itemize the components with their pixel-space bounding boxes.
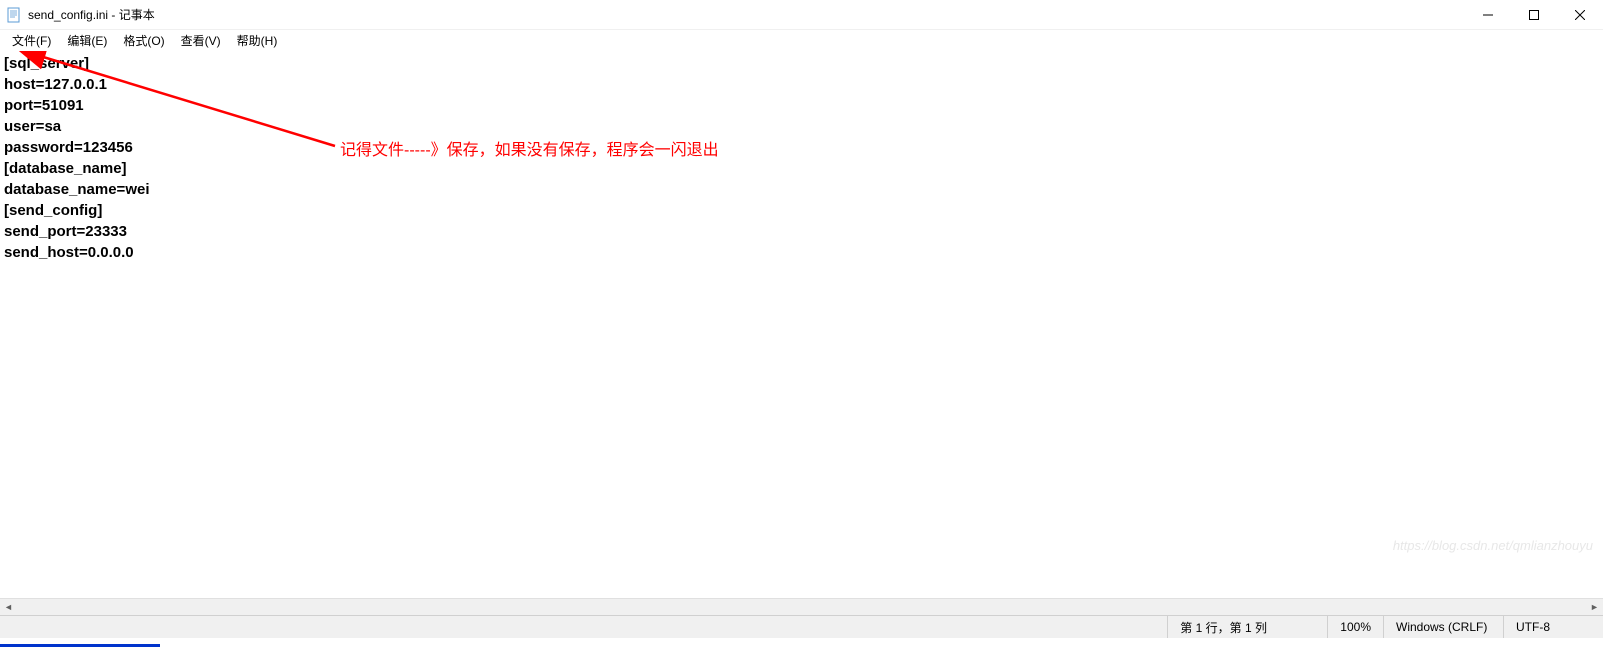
status-bar: 第 1 行，第 1 列 100% Windows (CRLF) UTF-8 <box>0 615 1603 638</box>
title-bar: send_config.ini - 记事本 <box>0 0 1603 30</box>
title-left: send_config.ini - 记事本 <box>6 6 155 23</box>
menu-help[interactable]: 帮助(H) <box>229 30 286 51</box>
editor-content[interactable]: [sql_server] host=127.0.0.1 port=51091 u… <box>0 51 1603 265</box>
status-position: 第 1 行，第 1 列 <box>1167 616 1327 638</box>
annotation-text: 记得文件-----》保存，如果没有保存，程序会一闪退出 <box>340 136 719 160</box>
horizontal-scrollbar[interactable]: ◄ ► <box>0 598 1603 615</box>
watermark: https://blog.csdn.net/qmlianzhouyu <box>1393 538 1593 553</box>
status-zoom: 100% <box>1327 616 1383 638</box>
editor-area[interactable]: [sql_server] host=127.0.0.1 port=51091 u… <box>0 51 1603 598</box>
window-title: send_config.ini - 记事本 <box>28 6 155 23</box>
window-controls <box>1465 0 1603 29</box>
menu-file[interactable]: 文件(F) <box>4 30 59 51</box>
notepad-icon <box>6 7 22 23</box>
status-encoding: UTF-8 <box>1503 616 1603 638</box>
scroll-left-icon[interactable]: ◄ <box>0 599 17 616</box>
status-line-ending: Windows (CRLF) <box>1383 616 1503 638</box>
maximize-button[interactable] <box>1511 0 1557 29</box>
menu-bar: 文件(F) 编辑(E) 格式(O) 查看(V) 帮助(H) <box>0 30 1603 51</box>
close-button[interactable] <box>1557 0 1603 29</box>
menu-edit[interactable]: 编辑(E) <box>59 30 115 51</box>
scroll-track[interactable] <box>17 599 1586 615</box>
scroll-right-icon[interactable]: ► <box>1586 599 1603 616</box>
menu-view[interactable]: 查看(V) <box>173 30 229 51</box>
menu-format[interactable]: 格式(O) <box>115 30 172 51</box>
minimize-button[interactable] <box>1465 0 1511 29</box>
